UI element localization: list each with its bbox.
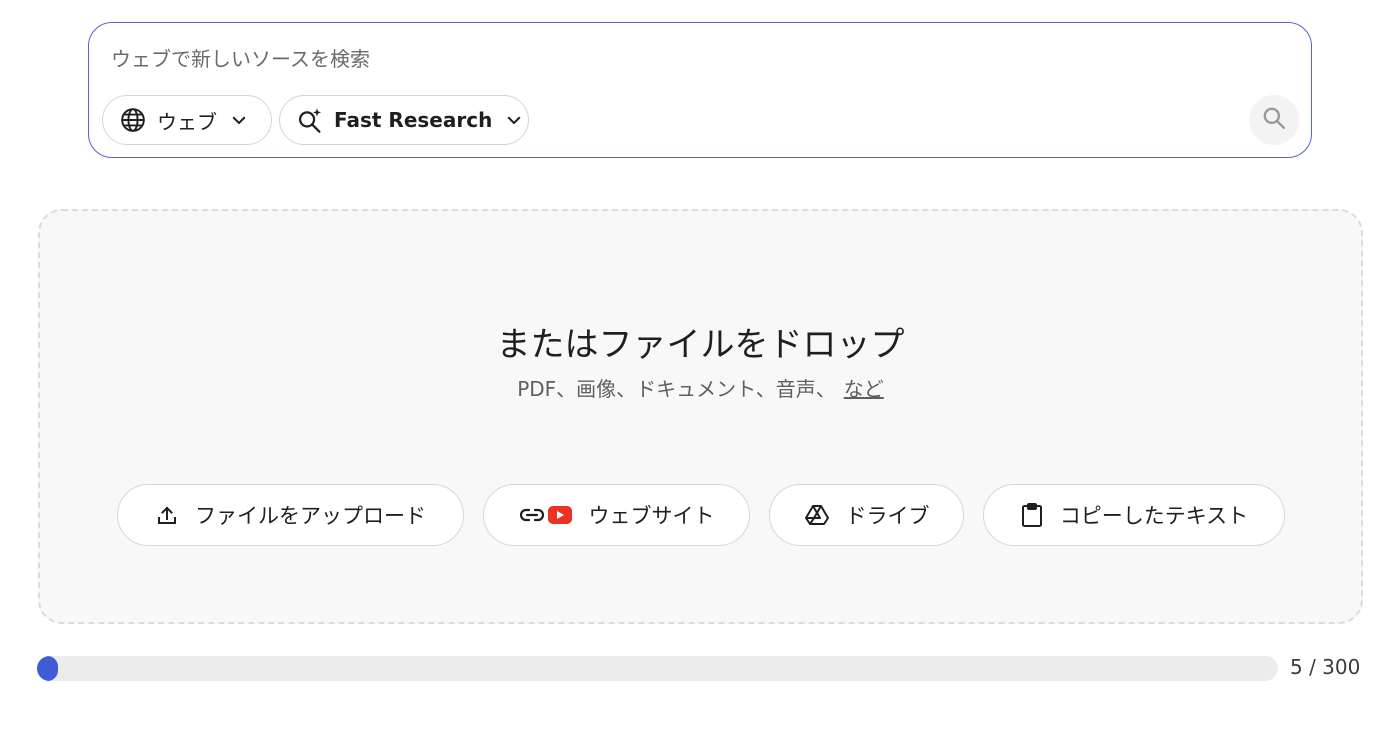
source-search-box: ウェブ Fast Research (88, 22, 1312, 158)
add-sources-panel: ウェブ Fast Research (0, 0, 1400, 732)
link-youtube-icon (519, 503, 573, 527)
research-mode-label: Fast Research (334, 108, 493, 132)
supported-types-text: PDF、画像、ドキュメント、音声、 (517, 377, 836, 401)
search-icon (1261, 105, 1287, 135)
google-drive-label: ドライブ (845, 504, 930, 528)
paste-text-button[interactable]: コピーしたテキスト (983, 484, 1285, 546)
upload-file-label: ファイルをアップロード (195, 504, 426, 528)
drive-icon (804, 503, 830, 527)
source-limit-progress (37, 656, 1278, 681)
file-drop-zone[interactable]: またはファイルをドロップ PDF、画像、ドキュメント、音声、 など ファイルをアッ… (38, 209, 1363, 624)
drop-zone-subtitle: PDF、画像、ドキュメント、音声、 など (40, 373, 1361, 402)
globe-icon (119, 106, 147, 134)
upload-file-button[interactable]: ファイルをアップロード (117, 484, 464, 546)
clipboard-icon (1020, 502, 1044, 528)
source-type-dropdown[interactable]: ウェブ (102, 95, 272, 145)
add-website-button[interactable]: ウェブサイト (483, 484, 750, 546)
paste-text-label: コピーしたテキスト (1059, 504, 1249, 528)
chevron-down-icon (504, 110, 524, 130)
more-types-link[interactable]: など (844, 377, 884, 401)
search-input[interactable] (111, 43, 1211, 75)
google-drive-button[interactable]: ドライブ (769, 484, 964, 546)
chevron-down-icon (229, 110, 249, 130)
upload-icon (155, 503, 179, 527)
source-type-label: ウェブ (157, 109, 217, 134)
research-mode-dropdown[interactable]: Fast Research (279, 95, 529, 145)
search-sparkle-icon (296, 106, 324, 134)
search-submit-button[interactable] (1249, 95, 1299, 145)
drop-zone-title: またはファイルをドロップ (496, 325, 905, 365)
source-count: 5 / 300 (1290, 655, 1361, 679)
add-website-label: ウェブサイト (588, 504, 715, 528)
source-limit-progress-fill (37, 656, 59, 681)
